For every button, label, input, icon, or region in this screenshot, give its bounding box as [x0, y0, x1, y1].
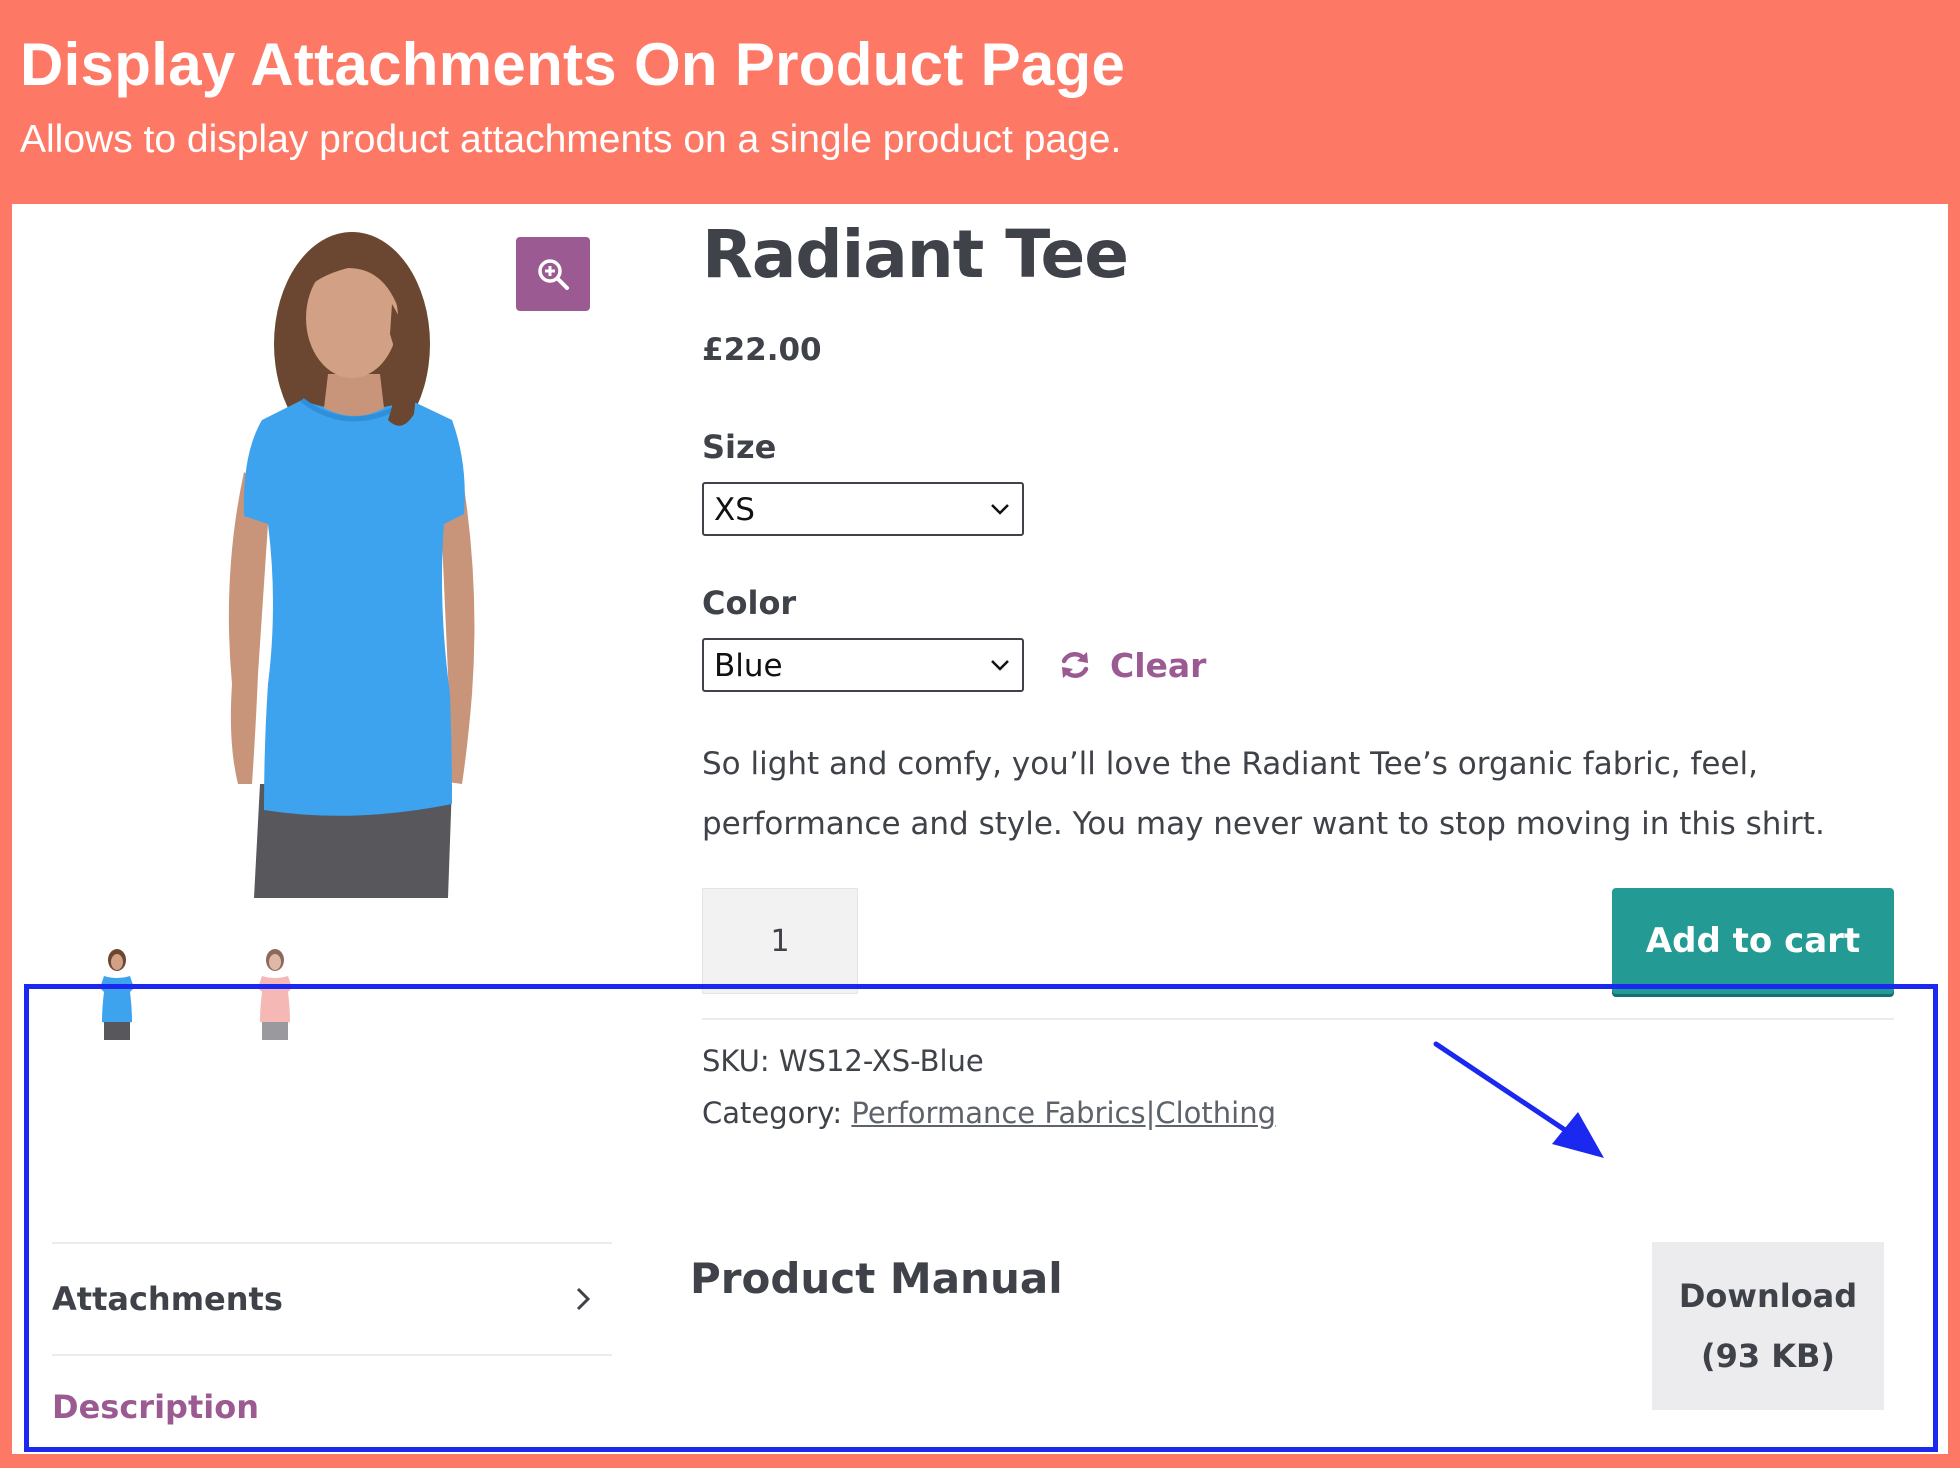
download-size: (93 KB) — [1700, 1337, 1836, 1375]
feature-banner: Display Attachments On Product Page Allo… — [0, 0, 1960, 204]
product-description: So light and comfy, you’ll love the Radi… — [702, 746, 1825, 842]
banner-title: Display Attachments On Product Page — [20, 31, 1126, 98]
color-label: Color — [702, 584, 797, 622]
size-select-value: XS — [714, 492, 755, 528]
quantity-input[interactable]: 1 — [702, 888, 858, 994]
download-button[interactable]: Download (93 KB) — [1652, 1242, 1884, 1410]
product-title: Radiant Tee — [702, 216, 1129, 293]
tab-divider — [52, 1354, 612, 1356]
refresh-icon — [1061, 652, 1089, 678]
banner-subtitle: Allows to display product attachments on… — [20, 118, 1122, 161]
chevron-down-icon — [991, 660, 1009, 671]
size-select[interactable]: XS — [702, 482, 1024, 536]
product-price: £22.00 — [702, 332, 822, 368]
add-to-cart-button[interactable]: Add to cart — [1612, 888, 1894, 994]
download-label: Download — [1678, 1277, 1858, 1315]
tab-attachments[interactable]: Attachments — [52, 1244, 612, 1354]
tab-description[interactable]: Description — [52, 1388, 259, 1426]
attachments-highlight-box — [24, 984, 1938, 1452]
zoom-button[interactable] — [516, 237, 590, 311]
clear-label: Clear — [1110, 645, 1207, 685]
clear-selection-link[interactable]: Clear — [1058, 642, 1206, 688]
chevron-down-icon — [991, 504, 1009, 515]
size-label: Size — [702, 428, 777, 466]
color-select[interactable]: Blue — [702, 638, 1024, 692]
attachment-title: Product Manual — [690, 1254, 1063, 1303]
tab-attachments-label: Attachments — [52, 1280, 283, 1318]
product-main-image[interactable] — [152, 224, 592, 898]
color-select-value: Blue — [714, 648, 783, 684]
chevron-right-icon — [576, 1287, 591, 1311]
zoom-in-icon — [538, 259, 569, 290]
